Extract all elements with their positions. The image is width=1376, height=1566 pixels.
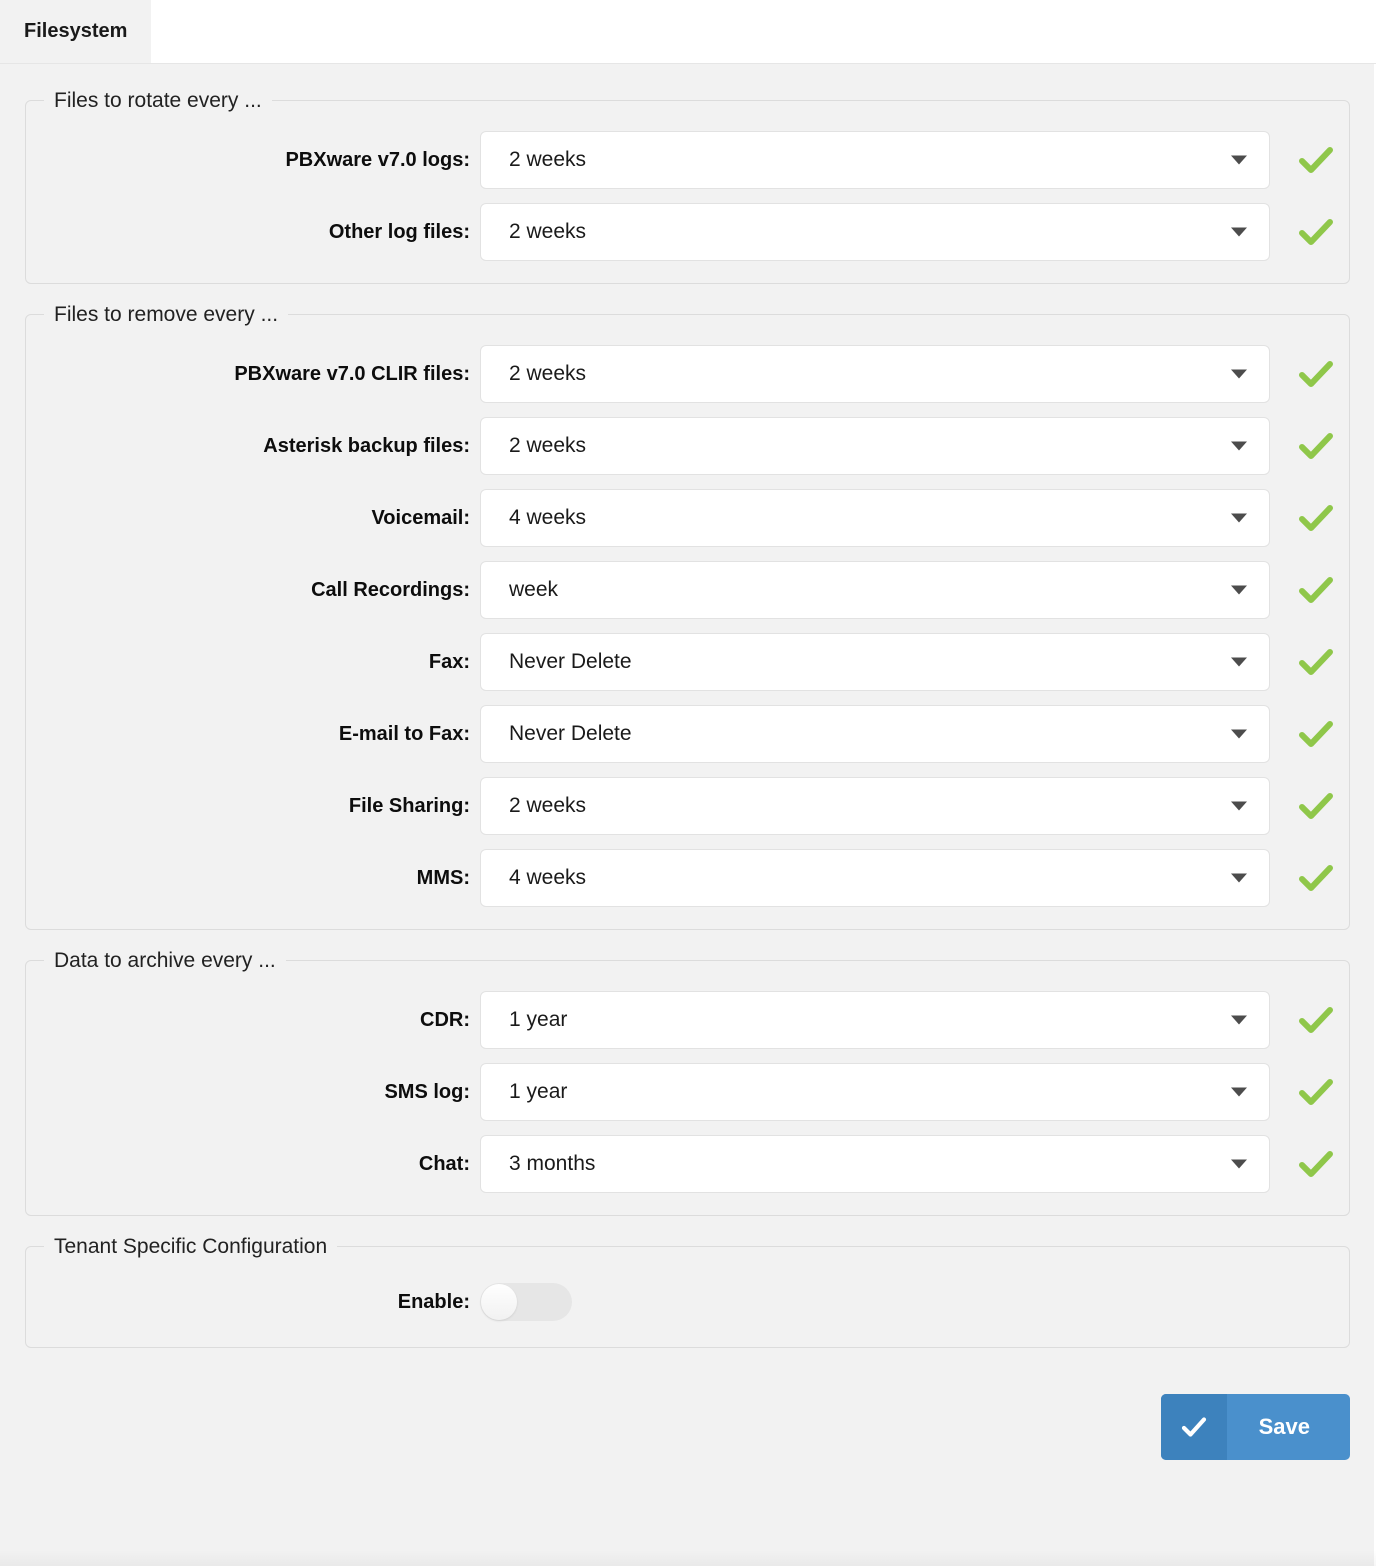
chevron-down-icon — [1231, 513, 1247, 523]
field-row-file-sharing: File Sharing: 2 weeks — [26, 777, 1349, 835]
group-files-to-remove-legend: Files to remove every ... — [54, 303, 279, 326]
status-valid-icon — [1294, 856, 1338, 900]
label-cdr: CDR: — [420, 1008, 470, 1031]
field-row-enable: Enable: — [26, 1283, 1349, 1321]
label-file-sharing: File Sharing: — [348, 794, 470, 817]
select-mms-value: 4 weeks — [509, 866, 587, 889]
field-row-chat: Chat: 3 months — [26, 1135, 1349, 1193]
field-row-pbxware-logs: PBXware v7.0 logs: 2 weeks — [26, 131, 1349, 189]
label-email-to-fax: E-mail to Fax: — [338, 722, 470, 745]
field-row-clir-files: PBXware v7.0 CLIR files: 2 weeks — [26, 345, 1349, 403]
save-button-label: Save — [1258, 1414, 1310, 1439]
label-sms-log: SMS log: — [384, 1080, 470, 1103]
chevron-down-icon — [1231, 657, 1247, 667]
group-files-to-remove: Files to remove every ... PBXware v7.0 C… — [25, 304, 1350, 930]
status-valid-icon — [1294, 138, 1338, 182]
form-footer: Save — [25, 1368, 1350, 1460]
chevron-down-icon — [1231, 369, 1247, 379]
select-cdr[interactable]: 1 year — [480, 991, 1270, 1049]
group-data-to-archive: Data to archive every ... CDR: 1 year SM… — [25, 950, 1350, 1216]
status-valid-icon — [1294, 352, 1338, 396]
label-voicemail: Voicemail: — [371, 506, 470, 529]
group-files-to-rotate: Files to rotate every ... PBXware v7.0 l… — [25, 90, 1350, 284]
status-valid-icon — [1294, 998, 1338, 1042]
select-sms-log[interactable]: 1 year — [480, 1063, 1270, 1121]
group-data-to-archive-legend: Data to archive every ... — [54, 949, 276, 972]
chevron-down-icon — [1231, 1015, 1247, 1025]
field-row-mms: MMS: 4 weeks — [26, 849, 1349, 907]
label-enable: Enable: — [397, 1290, 470, 1313]
label-pbxware-logs: PBXware v7.0 logs: — [285, 148, 470, 171]
field-row-call-recordings: Call Recordings: week — [26, 561, 1349, 619]
chevron-down-icon — [1231, 729, 1247, 739]
label-chat: Chat: — [418, 1152, 470, 1175]
field-row-email-to-fax: E-mail to Fax: Never Delete — [26, 705, 1349, 763]
select-chat-value: 3 months — [509, 1152, 596, 1175]
select-chat[interactable]: 3 months — [480, 1135, 1270, 1193]
select-fax[interactable]: Never Delete — [480, 633, 1270, 691]
select-sms-log-value: 1 year — [509, 1080, 568, 1103]
status-valid-icon — [1294, 640, 1338, 684]
select-cdr-value: 1 year — [509, 1008, 568, 1031]
tab-bar: Filesystem — [0, 0, 1376, 64]
select-clir-files[interactable]: 2 weeks — [480, 345, 1270, 403]
select-asterisk-backup[interactable]: 2 weeks — [480, 417, 1270, 475]
status-valid-icon — [1294, 1070, 1338, 1114]
chevron-down-icon — [1231, 873, 1247, 883]
settings-content: Files to rotate every ... PBXware v7.0 l… — [0, 64, 1376, 1566]
select-fax-value: Never Delete — [509, 650, 632, 673]
save-button[interactable]: Save — [1160, 1394, 1350, 1460]
select-other-log-files[interactable]: 2 weeks — [480, 203, 1270, 261]
chevron-down-icon — [1231, 155, 1247, 165]
chevron-down-icon — [1231, 441, 1247, 451]
field-row-fax: Fax: Never Delete — [26, 633, 1349, 691]
select-other-log-files-value: 2 weeks — [509, 220, 587, 243]
label-clir-files: PBXware v7.0 CLIR files: — [234, 362, 470, 385]
select-email-to-fax-value: Never Delete — [509, 722, 632, 745]
chevron-down-icon — [1231, 1159, 1247, 1169]
label-mms: MMS: — [416, 866, 470, 889]
select-clir-files-value: 2 weeks — [509, 362, 587, 385]
enable-toggle[interactable] — [480, 1283, 572, 1321]
select-pbxware-logs-value: 2 weeks — [509, 148, 587, 171]
chevron-down-icon — [1231, 585, 1247, 595]
field-row-sms-log: SMS log: 1 year — [26, 1063, 1349, 1121]
field-row-voicemail: Voicemail: 4 weeks — [26, 489, 1349, 547]
select-voicemail-value: 4 weeks — [509, 506, 587, 529]
toggle-knob — [481, 1284, 517, 1320]
group-tenant-legend: Tenant Specific Configuration — [54, 1235, 328, 1258]
status-valid-icon — [1294, 1142, 1338, 1186]
select-asterisk-backup-value: 2 weeks — [509, 434, 587, 457]
status-valid-icon — [1294, 210, 1338, 254]
label-other-log-files: Other log files: — [328, 220, 470, 243]
status-valid-icon — [1294, 568, 1338, 612]
status-valid-icon — [1294, 424, 1338, 468]
select-voicemail[interactable]: 4 weeks — [480, 489, 1270, 547]
group-files-to-rotate-legend: Files to rotate every ... — [54, 89, 262, 112]
select-file-sharing-value: 2 weeks — [509, 794, 587, 817]
field-row-cdr: CDR: 1 year — [26, 991, 1349, 1049]
select-file-sharing[interactable]: 2 weeks — [480, 777, 1270, 835]
filesystem-settings-page: Filesystem Files to rotate every ... PBX… — [0, 0, 1376, 1566]
chevron-down-icon — [1231, 801, 1247, 811]
label-asterisk-backup: Asterisk backup files: — [263, 434, 470, 457]
status-valid-icon — [1294, 496, 1338, 540]
chevron-down-icon — [1231, 1087, 1247, 1097]
field-row-other-log-files: Other log files: 2 weeks — [26, 203, 1349, 261]
status-valid-icon — [1294, 712, 1338, 756]
select-mms[interactable]: 4 weeks — [480, 849, 1270, 907]
status-valid-icon — [1294, 784, 1338, 828]
field-row-asterisk-backup: Asterisk backup files: 2 weeks — [26, 417, 1349, 475]
label-call-recordings: Call Recordings: — [311, 578, 470, 601]
check-icon — [1160, 1394, 1227, 1460]
select-call-recordings-value: week — [509, 578, 559, 601]
select-call-recordings[interactable]: week — [480, 561, 1270, 619]
tab-filesystem-label: Filesystem — [24, 20, 128, 42]
group-tenant-specific-configuration: Tenant Specific Configuration Enable: — [25, 1236, 1350, 1348]
tab-filesystem[interactable]: Filesystem — [0, 0, 152, 63]
select-email-to-fax[interactable]: Never Delete — [480, 705, 1270, 763]
label-fax: Fax: — [428, 650, 470, 673]
select-pbxware-logs[interactable]: 2 weeks — [480, 131, 1270, 189]
chevron-down-icon — [1231, 227, 1247, 237]
